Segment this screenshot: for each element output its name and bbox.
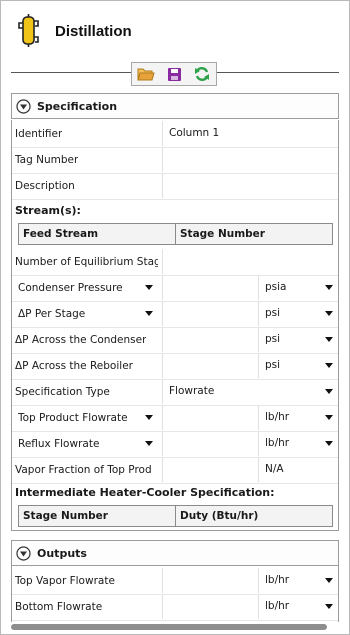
spec-type-label: Specification Type bbox=[15, 386, 110, 398]
description-field[interactable] bbox=[162, 173, 338, 198]
dp-per-stage-label: ΔP Per Stage bbox=[18, 308, 86, 320]
spec-type-select[interactable]: Flowrate bbox=[162, 379, 338, 404]
chevron-down-icon bbox=[325, 578, 333, 583]
reflux-flowrate-unit[interactable]: lb/hr bbox=[258, 431, 338, 456]
chevron-down-icon bbox=[145, 415, 153, 420]
identifier-label: Identifier bbox=[15, 128, 63, 140]
distillation-column-icon bbox=[17, 13, 41, 50]
dp-condenser-row: ΔP Across the Condenser psi bbox=[12, 327, 338, 354]
specification-label: Specification bbox=[37, 99, 118, 113]
streams-label: Stream(s): bbox=[15, 204, 81, 217]
toolbar bbox=[131, 62, 217, 86]
refresh-icon[interactable] bbox=[192, 65, 212, 83]
dp-reboiler-unit[interactable]: psi bbox=[258, 353, 338, 378]
top-product-flowrate-unit[interactable]: lb/hr bbox=[258, 405, 338, 430]
top-product-flowrate-row: Top Product Flowrate lb/hr bbox=[12, 405, 338, 432]
dp-condenser-unit[interactable]: psi bbox=[258, 327, 338, 352]
panel-header: Distillation bbox=[17, 13, 132, 49]
dp-condenser-field[interactable] bbox=[162, 327, 258, 352]
dp-per-stage-row: ΔP Per Stage psi bbox=[12, 301, 338, 328]
bottom-flowrate-unit[interactable]: lb/hr bbox=[258, 594, 338, 619]
top-product-flowrate-dropdown[interactable] bbox=[144, 405, 158, 430]
distillation-panel: Distillation Specification Identifier Co… bbox=[0, 0, 350, 635]
chevron-down-icon bbox=[325, 285, 333, 290]
outputs-body: Top Vapor Flowrate lb/hr Bottom Flowrate… bbox=[11, 566, 339, 622]
num-stages-label: Number of Equilibrium Stag bbox=[15, 256, 158, 268]
chevron-down-icon bbox=[325, 337, 333, 342]
top-vapor-flowrate-label: Top Vapor Flowrate bbox=[15, 575, 115, 587]
identifier-row: Identifier Column 1 bbox=[12, 121, 338, 148]
save-icon[interactable] bbox=[164, 65, 184, 83]
chevron-down-icon bbox=[145, 441, 153, 446]
dp-per-stage-unit[interactable]: psi bbox=[258, 301, 338, 326]
heater-cooler-label: Intermediate Heater-Cooler Specification… bbox=[15, 486, 275, 499]
tag-number-label: Tag Number bbox=[15, 154, 79, 166]
specification-section-header[interactable]: Specification bbox=[11, 93, 339, 119]
reflux-flowrate-field[interactable] bbox=[162, 431, 258, 456]
vapor-fraction-value: N/A bbox=[258, 457, 338, 482]
chevron-down-icon bbox=[325, 441, 333, 446]
tag-number-field[interactable] bbox=[162, 147, 338, 172]
condenser-pressure-field[interactable] bbox=[162, 275, 258, 300]
reflux-flowrate-row: Reflux Flowrate lb/hr bbox=[12, 431, 338, 458]
condenser-pressure-dropdown[interactable] bbox=[144, 275, 158, 300]
reflux-flowrate-label: Reflux Flowrate bbox=[18, 438, 100, 450]
bottom-flowrate-row: Bottom Flowrate lb/hr bbox=[12, 594, 338, 621]
collapse-icon[interactable] bbox=[16, 98, 31, 114]
condenser-pressure-unit[interactable]: psia bbox=[258, 275, 338, 300]
chevron-down-icon bbox=[145, 311, 153, 316]
horizontal-scrollbar[interactable] bbox=[11, 624, 327, 630]
tag-number-row: Tag Number bbox=[12, 147, 338, 174]
dp-reboiler-field[interactable] bbox=[162, 353, 258, 378]
dp-condenser-label: ΔP Across the Condenser bbox=[15, 334, 147, 346]
top-vapor-flowrate-unit[interactable]: lb/hr bbox=[258, 568, 338, 593]
bottom-flowrate-label: Bottom Flowrate bbox=[15, 601, 103, 613]
vapor-fraction-row: Vapor Fraction of Top Prod N/A bbox=[12, 457, 338, 484]
top-vapor-flowrate-field bbox=[162, 568, 258, 593]
page-title: Distillation bbox=[55, 22, 132, 40]
stage-number-column[interactable]: Stage Number bbox=[176, 224, 332, 244]
top-vapor-flowrate-row: Top Vapor Flowrate lb/hr bbox=[12, 568, 338, 595]
top-product-flowrate-label: Top Product Flowrate bbox=[18, 412, 128, 424]
description-row: Description bbox=[12, 173, 338, 200]
streams-grid-header: Feed Stream Stage Number bbox=[18, 223, 333, 245]
identifier-field[interactable]: Column 1 bbox=[162, 121, 338, 146]
chevron-down-icon bbox=[325, 311, 333, 316]
top-product-flowrate-field[interactable] bbox=[162, 405, 258, 430]
vapor-fraction-spacer bbox=[162, 457, 258, 482]
duty-column[interactable]: Duty (Btu/hr) bbox=[176, 506, 332, 526]
chevron-down-icon bbox=[325, 415, 333, 420]
specification-body: Identifier Column 1 Tag Number Descripti… bbox=[11, 120, 339, 531]
condenser-pressure-row: Condenser Pressure psia bbox=[12, 275, 338, 302]
num-stages-field[interactable] bbox=[162, 249, 338, 274]
chevron-down-icon bbox=[325, 604, 333, 609]
dp-reboiler-label: ΔP Across the Reboiler bbox=[15, 360, 133, 372]
dp-reboiler-row: ΔP Across the Reboiler psi bbox=[12, 353, 338, 380]
dp-per-stage-field[interactable] bbox=[162, 301, 258, 326]
num-stages-row: Number of Equilibrium Stag bbox=[12, 249, 338, 276]
condenser-pressure-label: Condenser Pressure bbox=[18, 282, 123, 294]
bottom-flowrate-field bbox=[162, 594, 258, 619]
feed-stream-column[interactable]: Feed Stream bbox=[19, 224, 176, 244]
reflux-flowrate-dropdown[interactable] bbox=[144, 431, 158, 456]
open-folder-icon[interactable] bbox=[136, 65, 156, 83]
chevron-down-icon bbox=[325, 389, 333, 394]
spec-type-row: Specification Type Flowrate bbox=[12, 379, 338, 406]
collapse-icon[interactable] bbox=[16, 545, 31, 561]
dp-per-stage-dropdown[interactable] bbox=[144, 301, 158, 326]
vapor-fraction-label: Vapor Fraction of Top Prod bbox=[15, 464, 152, 476]
chevron-down-icon bbox=[145, 285, 153, 290]
hc-stage-number-column[interactable]: Stage Number bbox=[19, 506, 176, 526]
outputs-label: Outputs bbox=[37, 546, 87, 560]
description-label: Description bbox=[15, 180, 75, 192]
chevron-down-icon bbox=[325, 363, 333, 368]
heater-cooler-grid-header: Stage Number Duty (Btu/hr) bbox=[18, 505, 333, 527]
outputs-section-header[interactable]: Outputs bbox=[11, 540, 339, 566]
